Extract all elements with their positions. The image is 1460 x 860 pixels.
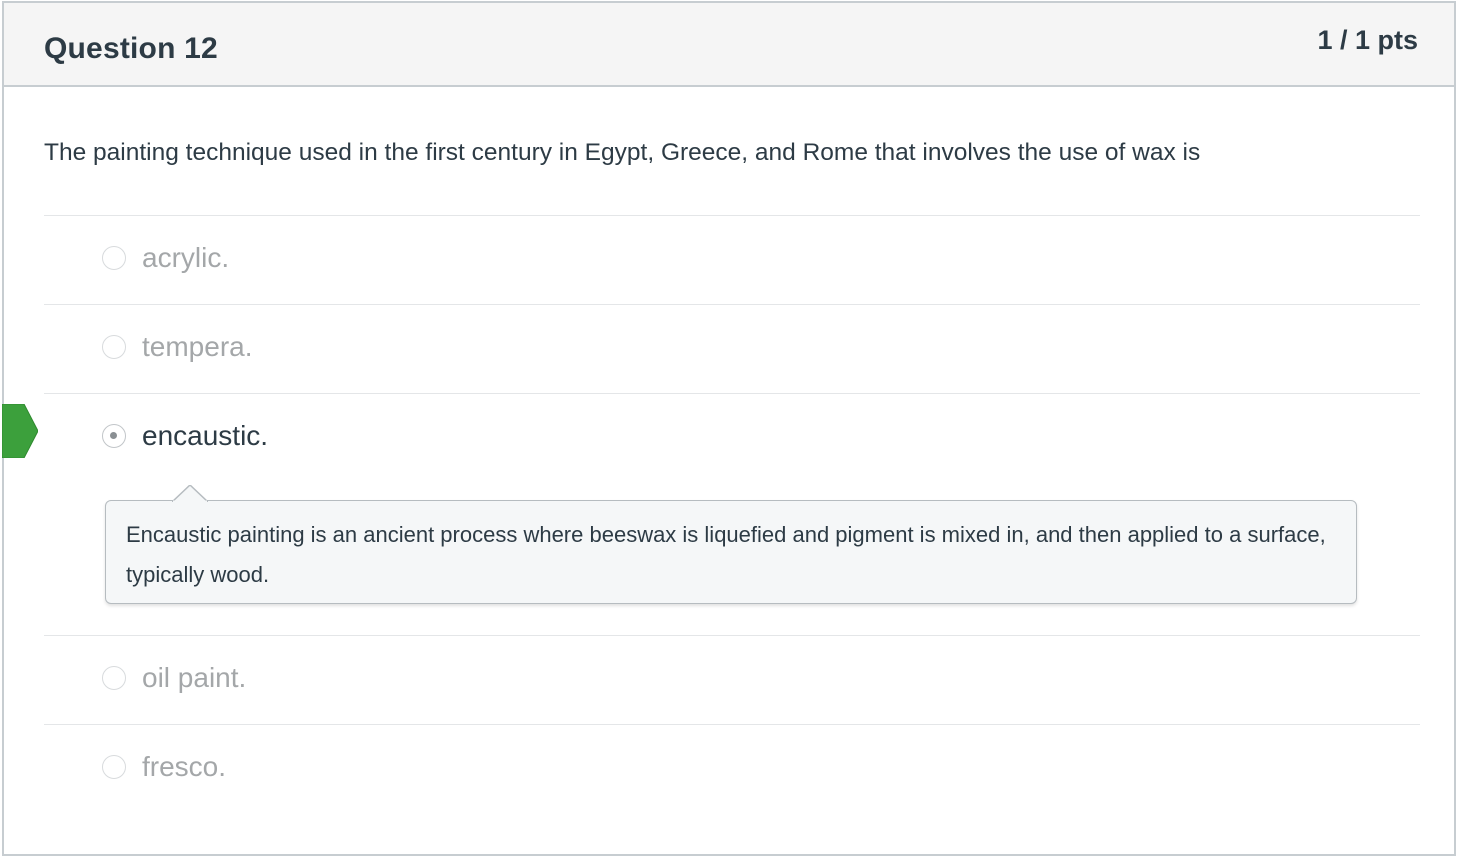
answer-list: acrylic. tempera. encaustic. Encaustic p…: [2, 215, 1420, 813]
question-header: Question 12 1 / 1 pts: [4, 3, 1454, 87]
answer-label: oil paint.: [142, 662, 247, 693]
answer-comment: Encaustic painting is an ancient process…: [105, 485, 1357, 604]
answer-comment-text: Encaustic painting is an ancient process…: [126, 522, 1326, 587]
correct-answer-arrow-icon: [2, 404, 38, 458]
answer-label: tempera.: [142, 331, 253, 362]
answer-label: fresco.: [142, 751, 227, 782]
radio-button-selected-icon[interactable]: [102, 424, 126, 448]
question-title: Question 12: [44, 32, 218, 65]
answer-label: acrylic.: [142, 242, 230, 273]
radio-button-icon[interactable]: [102, 246, 126, 270]
answer-option-oil-paint[interactable]: oil paint.: [44, 635, 1420, 724]
radio-button-icon[interactable]: [102, 666, 126, 690]
answer-option-tempera[interactable]: tempera.: [44, 304, 1420, 393]
answer-label-selected: encaustic.: [142, 420, 269, 451]
radio-dot-icon: [110, 432, 117, 439]
bubble-pointer-icon: [172, 485, 208, 502]
radio-button-icon[interactable]: [102, 755, 126, 779]
points-score: 1 / 1 pts: [1317, 25, 1418, 55]
answer-option-fresco[interactable]: fresco.: [44, 724, 1420, 813]
answer-option-acrylic[interactable]: acrylic.: [44, 215, 1420, 304]
question-text: The painting technique used in the first…: [44, 139, 1201, 166]
quiz-question-card: Question 12 1 / 1 pts The painting techn…: [2, 1, 1456, 856]
radio-button-icon[interactable]: [102, 335, 126, 359]
answer-option-encaustic[interactable]: encaustic. Encaustic painting is an anci…: [2, 393, 1420, 635]
